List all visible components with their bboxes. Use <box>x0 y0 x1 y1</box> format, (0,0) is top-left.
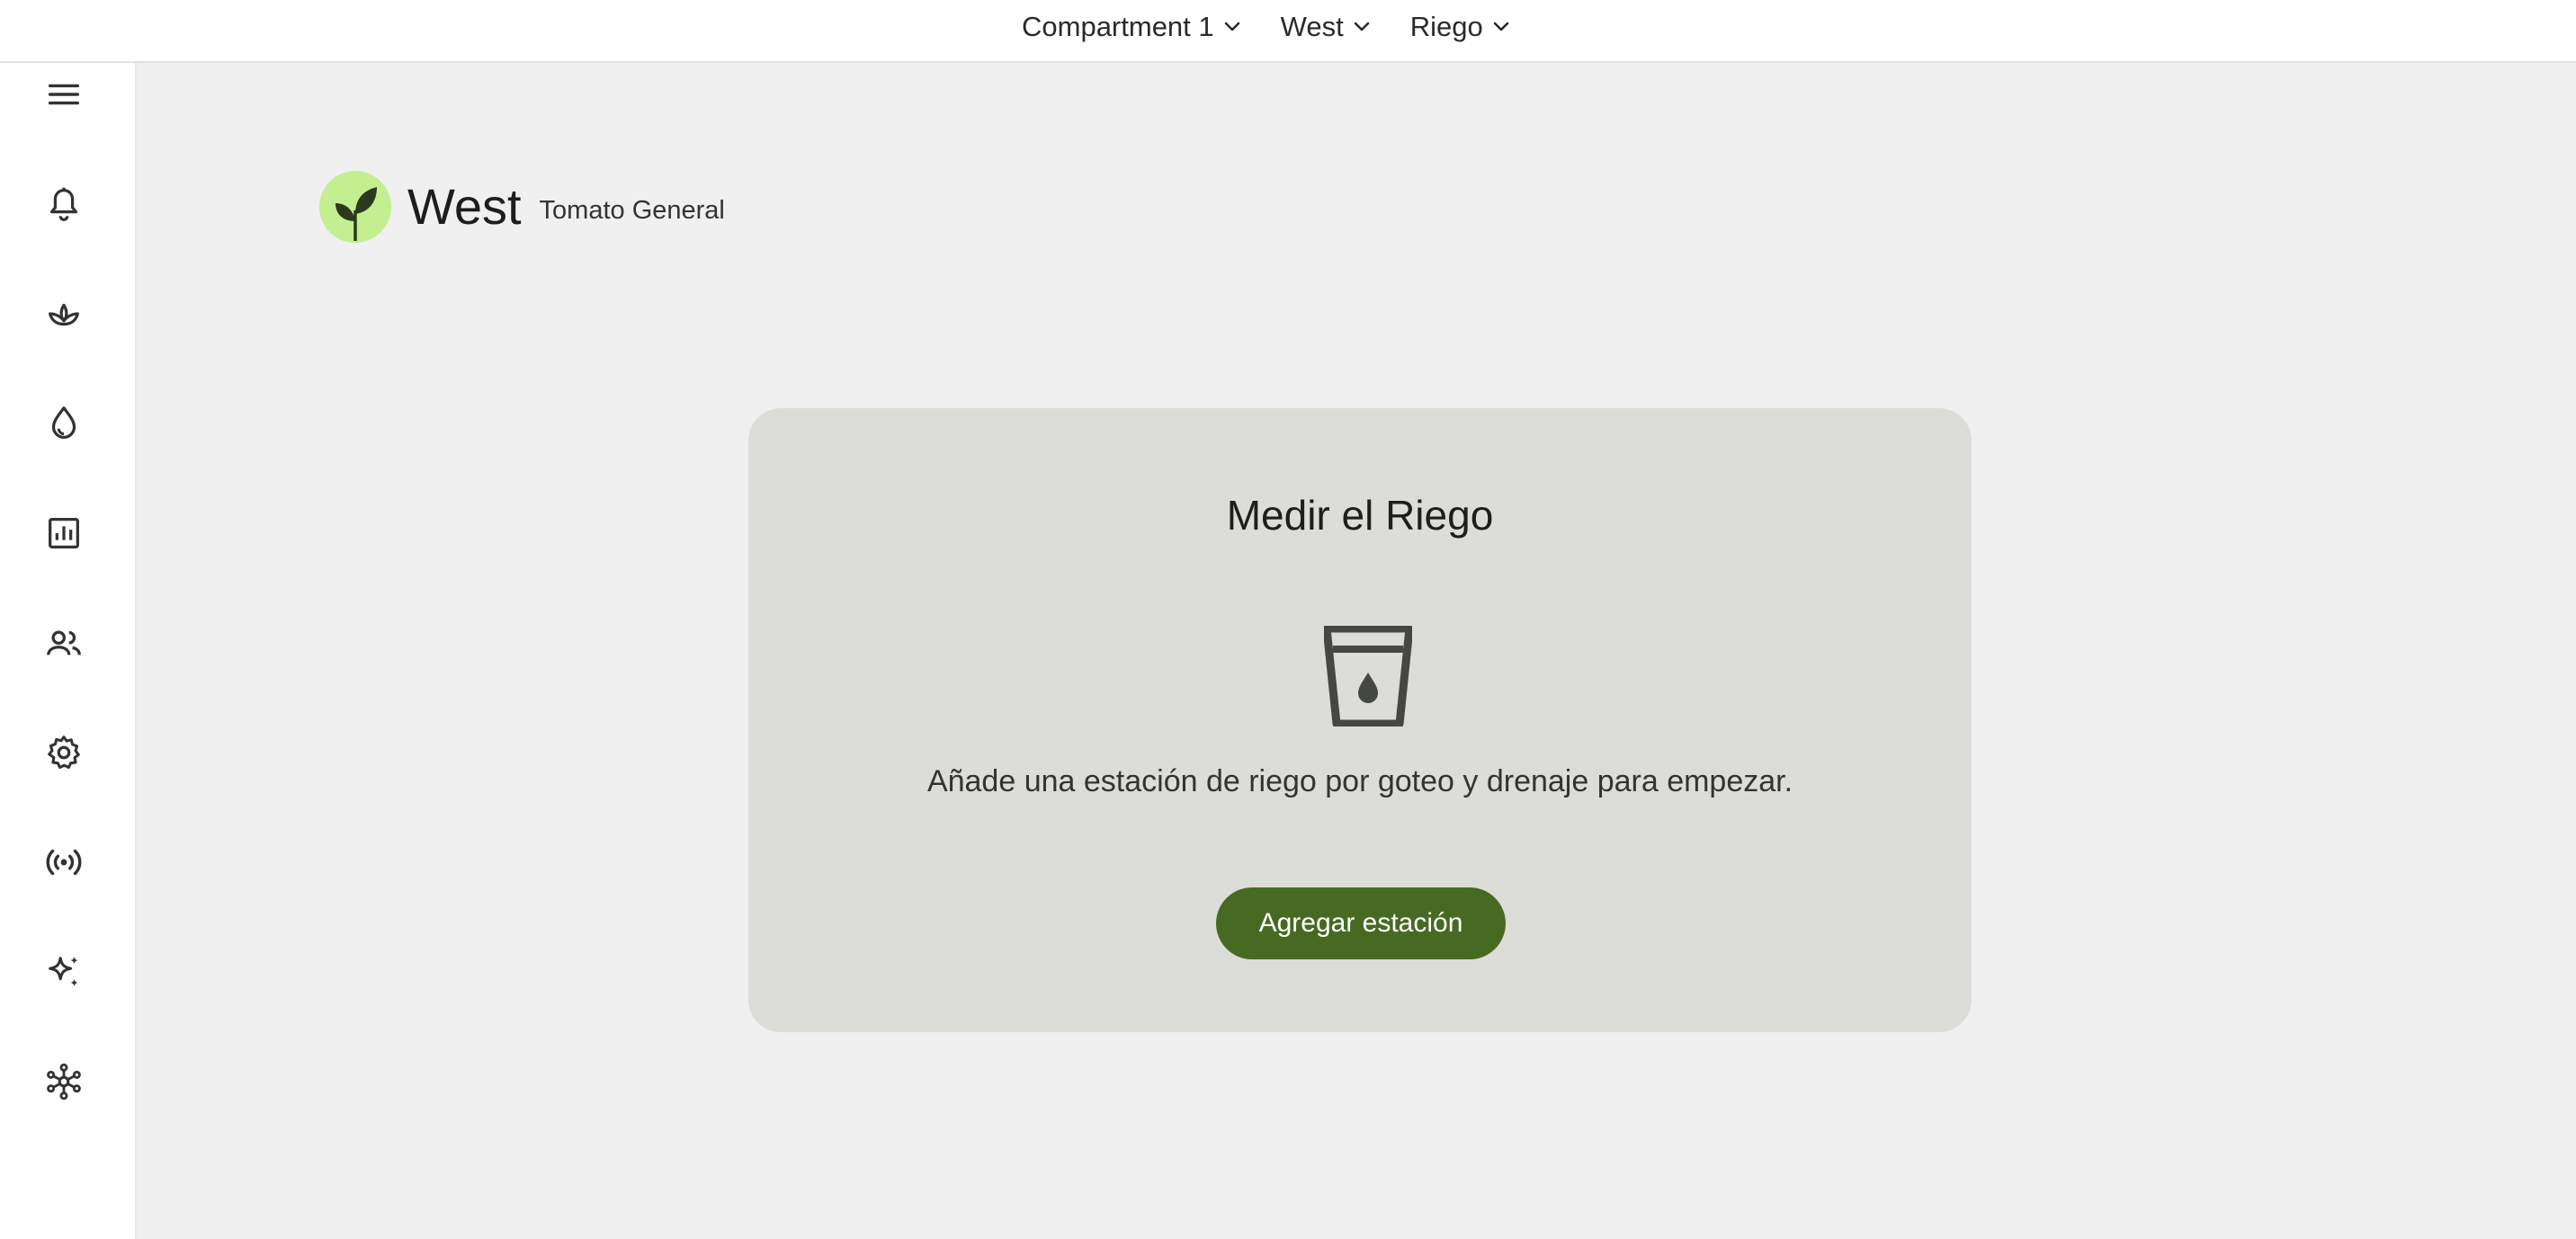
main-content: West Tomato General Medir el Riego Añade… <box>137 63 2576 1239</box>
bell-icon <box>49 187 78 221</box>
compartment-selector-label: Compartment 1 <box>1022 11 1214 42</box>
compartment-selector[interactable]: Compartment 1 <box>1022 11 1243 43</box>
breadcrumb: Compartment 1 West Riego <box>1022 0 1512 54</box>
broadcast-icon <box>46 849 82 876</box>
water-glass-icon <box>1324 626 1412 726</box>
sidebar-item-users[interactable] <box>32 611 95 674</box>
plant-icon <box>49 303 79 326</box>
sidebar-item-irrigation[interactable] <box>32 392 95 455</box>
water-drop-icon <box>51 406 76 439</box>
menu-icon <box>48 84 80 105</box>
sidebar-item-sensors[interactable] <box>32 831 95 894</box>
add-station-button[interactable]: Agregar estación <box>1216 887 1506 959</box>
bar-chart-icon <box>49 518 79 548</box>
gear-icon <box>48 735 80 770</box>
zone-logo <box>319 171 391 243</box>
chevron-down-icon <box>1354 22 1370 31</box>
sprout-icon <box>335 187 377 241</box>
top-bar: Compartment 1 West Riego <box>0 0 2576 63</box>
chevron-down-icon <box>1224 22 1239 31</box>
sidebar-item-insights[interactable] <box>32 940 95 1003</box>
sparkle-icon <box>49 956 78 987</box>
page-title: West <box>407 178 522 235</box>
sidebar <box>0 63 137 1239</box>
sidebar-item-reports[interactable] <box>32 502 95 565</box>
sidebar-item-network[interactable] <box>32 1050 95 1113</box>
menu-button[interactable] <box>32 63 95 126</box>
network-icon <box>47 1063 81 1101</box>
sidebar-item-alerts[interactable] <box>32 173 95 236</box>
section-selector[interactable]: Riego <box>1410 11 1512 43</box>
sidebar-item-settings[interactable] <box>32 721 95 784</box>
zone-selector[interactable]: West <box>1281 11 1373 43</box>
page-header: West Tomato General <box>319 171 725 243</box>
card-description: Añade una estación de riego por goteo y … <box>926 764 1793 798</box>
page-subtitle: Tomato General <box>539 195 725 225</box>
people-icon <box>47 630 81 655</box>
zone-selector-label: West <box>1280 11 1344 42</box>
empty-state-card: Medir el Riego Añade una estación de rie… <box>748 408 1972 1032</box>
section-selector-label: Riego <box>1409 11 1483 42</box>
card-title: Medir el Riego <box>1226 492 1494 539</box>
sidebar-item-crops[interactable] <box>32 282 95 345</box>
chevron-down-icon <box>1493 22 1509 31</box>
